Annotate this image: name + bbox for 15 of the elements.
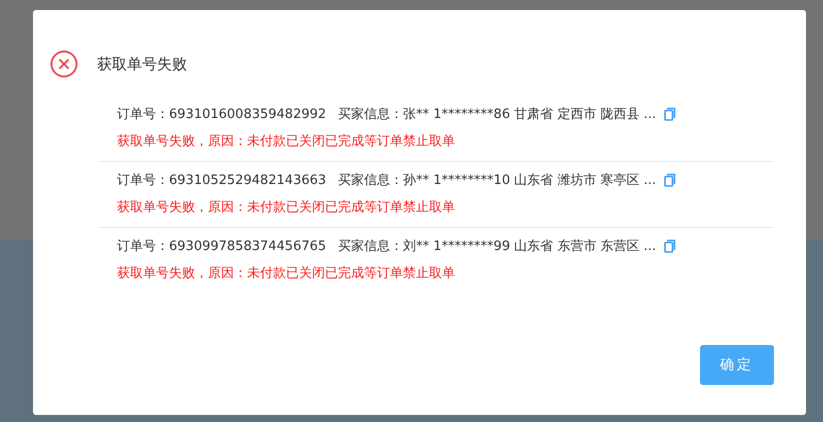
buyer-info: 买家信息：孙** 1********10 山东省 潍坊市 寒亭区 ... xyxy=(338,172,656,189)
error-message: 获取单号失败，原因：未付款已关闭已完成等订单禁止取单 xyxy=(117,199,456,216)
error-message: 获取单号失败，原因：未付款已关闭已完成等订单禁止取单 xyxy=(117,265,456,282)
error-icon xyxy=(50,50,78,78)
confirm-button[interactable]: 确定 xyxy=(700,345,774,385)
error-message: 获取单号失败，原因：未付款已关闭已完成等订单禁止取单 xyxy=(117,133,456,150)
buyer-info: 买家信息：刘** 1********99 山东省 东营市 东营区 ... xyxy=(338,238,656,255)
order-number: 订单号：6930997858374456765 xyxy=(117,238,326,255)
dialog-title: 获取单号失败 xyxy=(97,54,187,74)
order-number: 订单号：6931052529482143663 xyxy=(117,172,326,189)
copy-icon[interactable] xyxy=(664,173,676,187)
copy-icon[interactable] xyxy=(664,107,676,121)
order-number: 订单号：6931016008359482992 xyxy=(117,106,326,123)
copy-icon[interactable] xyxy=(664,239,676,253)
buyer-info: 买家信息：张** 1********86 甘肃省 定西市 陇西县 ... xyxy=(338,106,656,123)
